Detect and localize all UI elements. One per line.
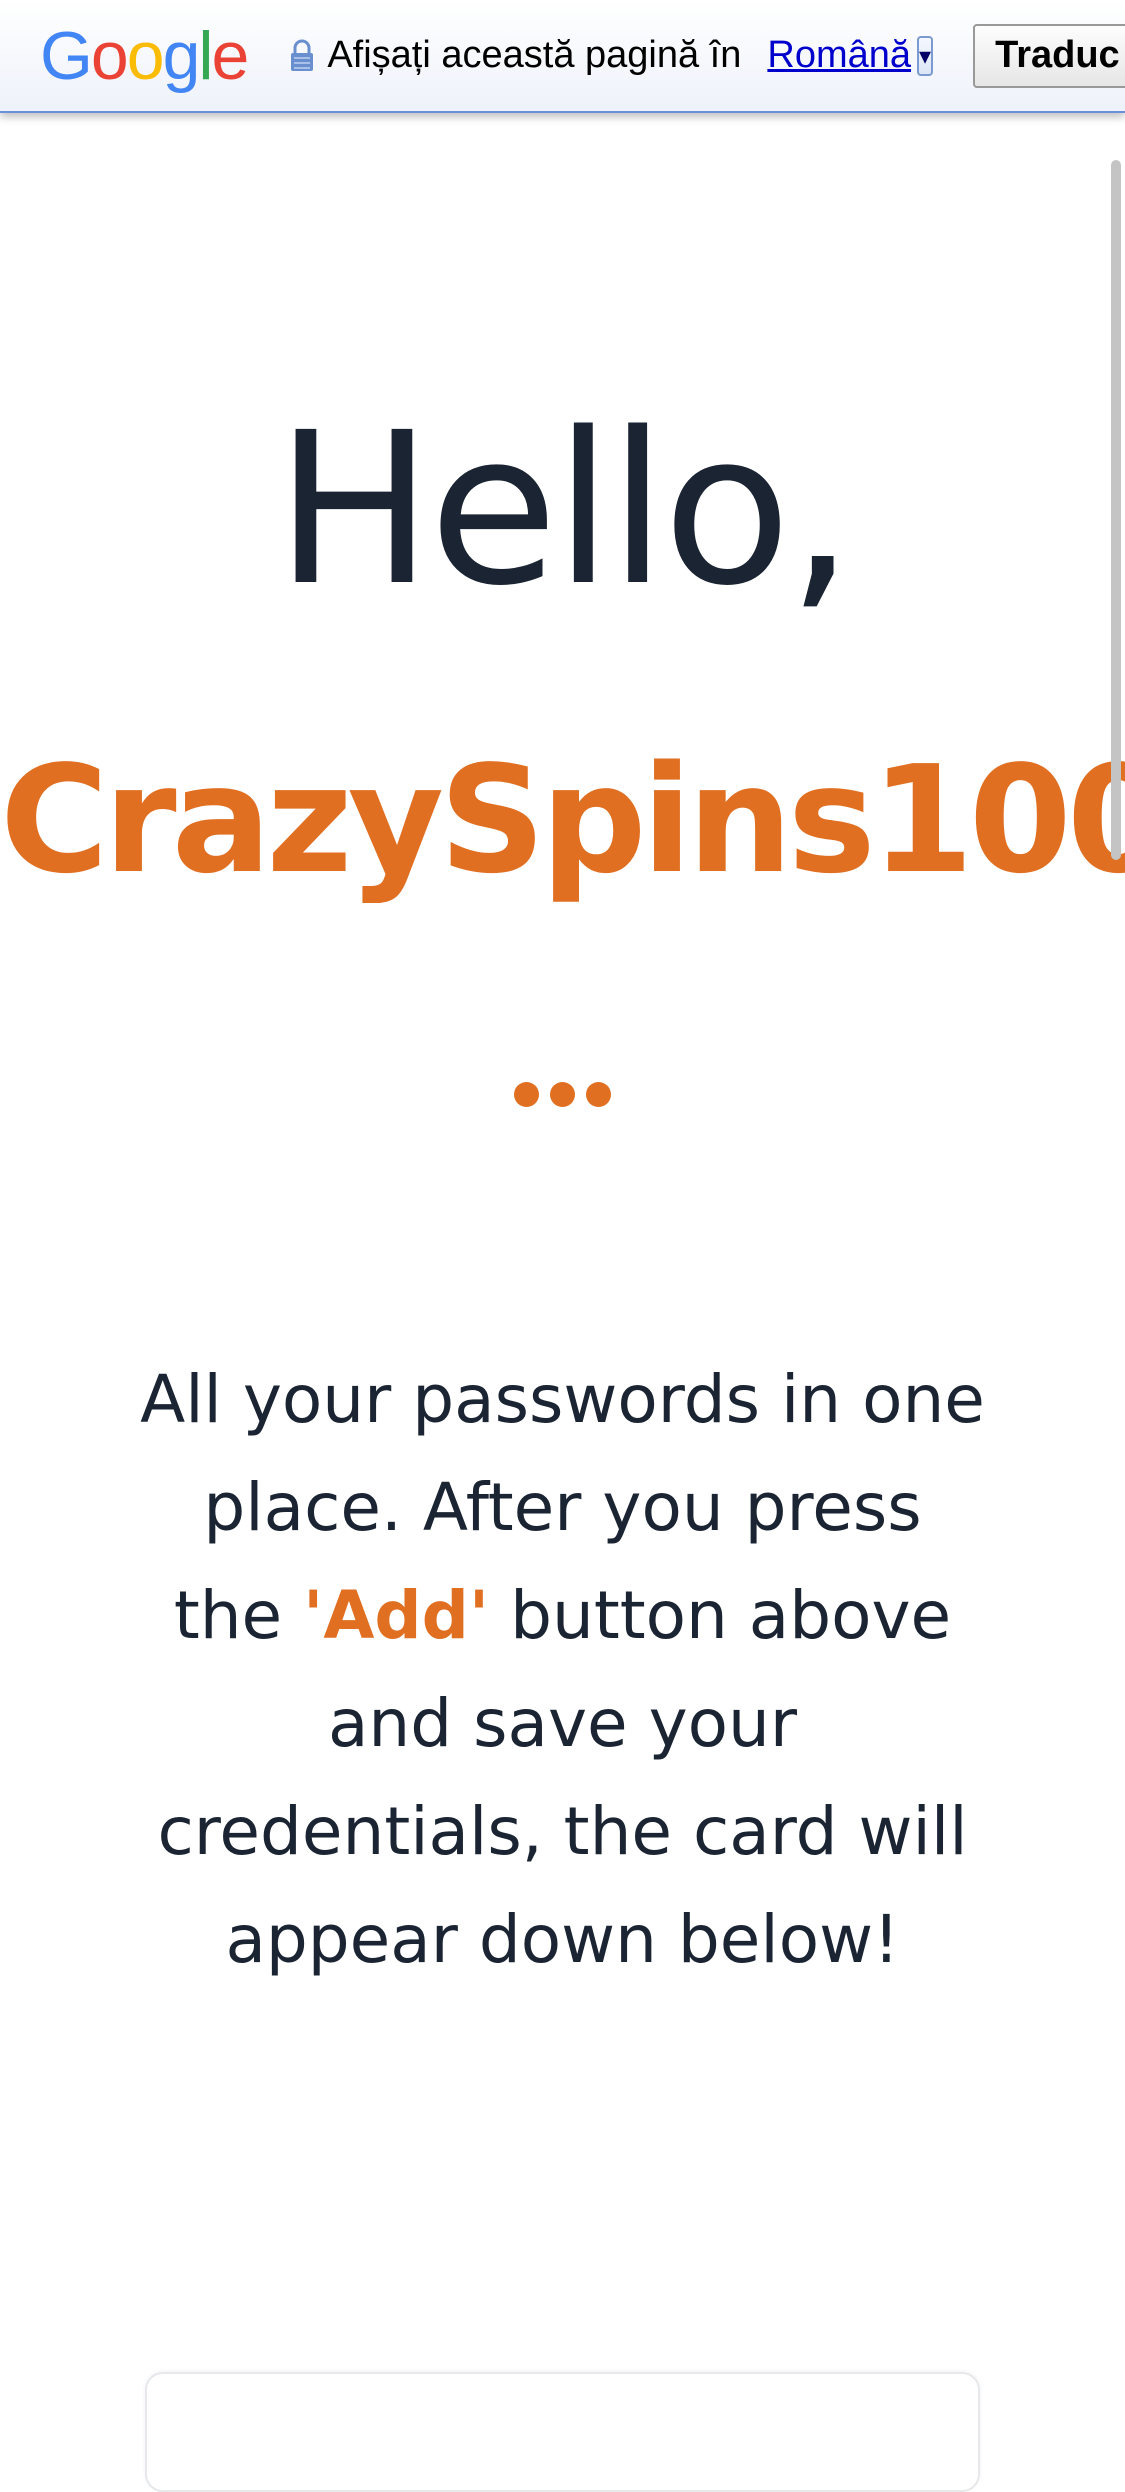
add-highlight: 'Add' [303, 1577, 490, 1654]
translate-message: Afișați această pagină în [327, 34, 742, 76]
username-heading: CrazySpins100 [0, 734, 1125, 906]
lock-icon [289, 39, 315, 73]
chevron-down-icon: ▾ [919, 41, 932, 70]
dot [514, 1082, 539, 1107]
scrollbar[interactable] [1111, 160, 1121, 860]
ellipsis-icon [0, 1082, 1125, 1107]
info-paragraph: All your passwords in one place. After y… [140, 1346, 985, 1994]
language-dropdown[interactable]: ▾ [917, 35, 934, 76]
dot [550, 1082, 575, 1107]
dot [586, 1082, 611, 1107]
language-link[interactable]: Română [767, 34, 911, 77]
greeting-heading: Hello, [274, 387, 854, 632]
translate-button[interactable]: Traduc [973, 23, 1125, 88]
translate-bar: Google Afișați această pagină în Română … [0, 0, 1125, 113]
password-card[interactable] [145, 2372, 980, 2492]
google-logo: Google [40, 17, 249, 94]
